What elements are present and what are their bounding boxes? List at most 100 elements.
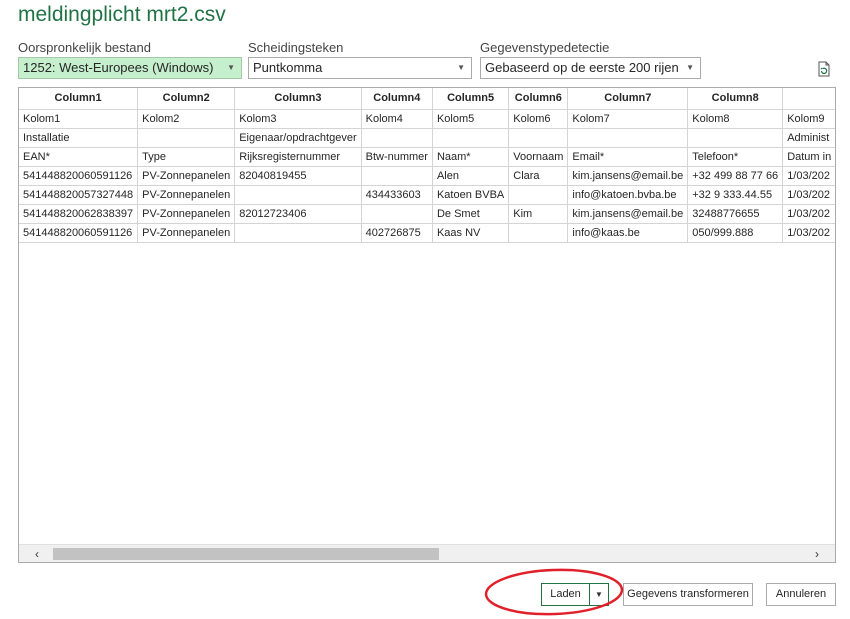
- table-cell: Administ: [782, 127, 835, 148]
- column-header[interactable]: Column6: [508, 88, 569, 110]
- table-cell: Eigenaar/opdrachtgever: [234, 127, 362, 148]
- table-cell: Rijksregisternummer: [234, 146, 362, 167]
- scroll-thumb[interactable]: [53, 548, 439, 560]
- table-cell: Alen: [431, 165, 510, 186]
- table-cell: [508, 222, 569, 243]
- table-cell: 32488776655: [687, 203, 784, 224]
- table-cell: Kolom7: [567, 108, 689, 129]
- preview-grid[interactable]: Column1 Column2 Column3 Column4 Column5 …: [18, 87, 836, 563]
- table-cell: [567, 127, 689, 148]
- table-cell: info@katoen.bvba.be: [567, 184, 689, 205]
- table-cell: Datum in: [782, 146, 835, 167]
- table-cell: [508, 184, 569, 205]
- table-cell: Kolom2: [137, 108, 236, 129]
- chevron-down-icon: ▼: [457, 63, 465, 72]
- origin-label: Oorspronkelijk bestand: [18, 40, 151, 55]
- table-cell: 050/999.888: [687, 222, 784, 243]
- refresh-icon[interactable]: [815, 60, 833, 78]
- origin-dropdown[interactable]: 1252: West-Europees (Windows) ▼: [18, 57, 242, 79]
- table-cell: kim.jansens@email.be: [567, 165, 689, 186]
- preview-table: Column1 Column2 Column3 Column4 Column5 …: [19, 88, 835, 243]
- column-header[interactable]: Column4: [360, 88, 433, 110]
- column-header[interactable]: Column3: [234, 88, 362, 110]
- table-cell: 434433603: [360, 184, 433, 205]
- table-cell: EAN*: [19, 146, 139, 167]
- table-cell: 82012723406: [234, 203, 362, 224]
- column-header[interactable]: Column1: [19, 88, 139, 110]
- table-row: EAN* Type Rijksregisternummer Btw-nummer…: [19, 146, 835, 167]
- table-cell: 541448820057327448: [19, 184, 139, 205]
- table-cell: Voornaam: [508, 146, 569, 167]
- table-cell: 541448820060591126: [19, 222, 139, 243]
- table-cell: +32 9 333.44.55: [687, 184, 784, 205]
- table-cell: Kim: [508, 203, 569, 224]
- column-header[interactable]: Column8: [687, 88, 784, 110]
- table-cell: +32 499 88 77 66: [687, 165, 784, 186]
- table-cell: PV-Zonnepanelen: [137, 203, 236, 224]
- table-row: 541448820057327448 PV-Zonnepanelen 43443…: [19, 184, 835, 205]
- table-cell: [508, 127, 569, 148]
- table-cell: PV-Zonnepanelen: [137, 165, 236, 186]
- load-dropdown-button[interactable]: ▼: [589, 583, 609, 606]
- delimiter-value: Puntkomma: [253, 60, 323, 75]
- load-button[interactable]: Laden: [541, 583, 590, 606]
- column-header[interactable]: Column7: [567, 88, 689, 110]
- table-cell: PV-Zonnepanelen: [137, 184, 236, 205]
- header-row: Column1 Column2 Column3 Column4 Column5 …: [19, 88, 835, 110]
- table-cell: Btw-nummer: [360, 146, 433, 167]
- table-cell: PV-Zonnepanelen: [137, 222, 236, 243]
- table-cell: 541448820060591126: [19, 165, 139, 186]
- column-header[interactable]: [782, 88, 835, 110]
- table-cell: [360, 165, 433, 186]
- table-row: 541448820060591126 PV-Zonnepanelen 82040…: [19, 165, 835, 186]
- table-cell: 1/03/202: [782, 184, 835, 205]
- table-cell: [234, 184, 362, 205]
- table-cell: De Smet: [431, 203, 510, 224]
- table-cell: Kolom5: [431, 108, 510, 129]
- column-header[interactable]: Column5: [431, 88, 510, 110]
- scroll-left-icon[interactable]: ‹: [27, 545, 47, 562]
- horizontal-scrollbar[interactable]: ‹ ›: [19, 544, 835, 562]
- delimiter-label: Scheidingsteken: [248, 40, 344, 55]
- chevron-down-icon: ▼: [595, 590, 603, 599]
- table-cell: Kolom1: [19, 108, 139, 129]
- table-cell: [137, 127, 236, 148]
- chevron-down-icon: ▼: [686, 63, 694, 72]
- table-cell: Kolom4: [360, 108, 433, 129]
- table-cell: info@kaas.be: [567, 222, 689, 243]
- table-cell: 1/03/202: [782, 165, 835, 186]
- delimiter-dropdown[interactable]: Puntkomma ▼: [248, 57, 472, 79]
- table-cell: Clara: [508, 165, 569, 186]
- table-cell: Telefoon*: [687, 146, 784, 167]
- table-cell: Kolom9: [782, 108, 835, 129]
- table-row: Installatie Eigenaar/opdrachtgever Admin…: [19, 127, 835, 148]
- column-header[interactable]: Column2: [137, 88, 236, 110]
- table-cell: 82040819455: [234, 165, 362, 186]
- table-row: 541448820062838397 PV-Zonnepanelen 82012…: [19, 203, 835, 224]
- table-cell: Kaas NV: [431, 222, 510, 243]
- table-cell: kim.jansens@email.be: [567, 203, 689, 224]
- cancel-button[interactable]: Annuleren: [766, 583, 836, 606]
- detection-dropdown[interactable]: Gebaseerd op de eerste 200 rijen ▼: [480, 57, 701, 79]
- table-cell: Email*: [567, 146, 689, 167]
- origin-value: 1252: West-Europees (Windows): [23, 60, 214, 75]
- table-row: Kolom1 Kolom2 Kolom3 Kolom4 Kolom5 Kolom…: [19, 108, 835, 129]
- table-cell: 1/03/202: [782, 222, 835, 243]
- table-cell: [687, 127, 784, 148]
- detection-value: Gebaseerd op de eerste 200 rijen: [485, 60, 679, 75]
- table-cell: 402726875: [360, 222, 433, 243]
- window-title: meldingplicht mrt2.csv: [18, 3, 226, 26]
- table-cell: Naam*: [431, 146, 510, 167]
- transform-button[interactable]: Gegevens transformeren: [623, 583, 753, 606]
- table-cell: [234, 222, 362, 243]
- table-cell: 541448820062838397: [19, 203, 139, 224]
- table-cell: Kolom8: [687, 108, 784, 129]
- table-cell: [360, 127, 433, 148]
- table-cell: Kolom6: [508, 108, 569, 129]
- table-cell: Type: [137, 146, 236, 167]
- table-cell: [431, 127, 510, 148]
- table-cell: Katoen BVBA: [431, 184, 510, 205]
- scroll-right-icon[interactable]: ›: [807, 545, 827, 562]
- table-cell: Kolom3: [234, 108, 362, 129]
- chevron-down-icon: ▼: [227, 63, 235, 72]
